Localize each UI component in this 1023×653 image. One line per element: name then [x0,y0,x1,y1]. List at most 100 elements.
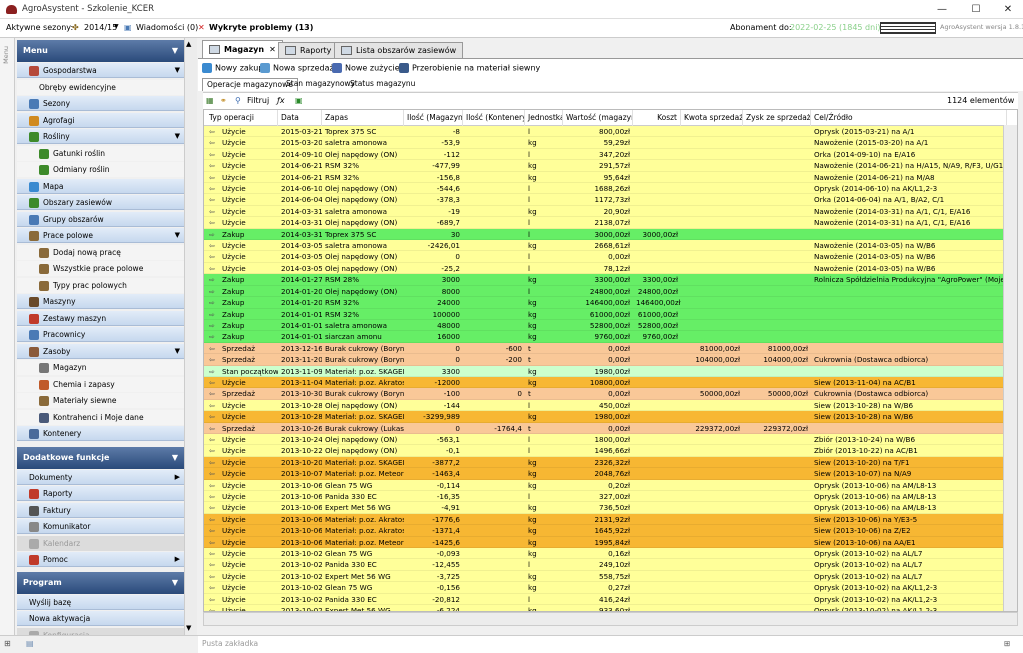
tab-raporty[interactable]: Raporty [278,42,339,58]
sidebar-item-gospodarstwa[interactable]: Gospodarstwa ▼ [17,63,184,78]
table-row[interactable]: ⇦ Użycie 2013-10-06 Materiał: p.oz. Meteor -… [204,536,1006,549]
column-header-qc[interactable]: Ilość (Kontenery) [463,110,525,126]
excel-export-icon[interactable]: ▣ [295,96,303,105]
menu-header[interactable]: Menu ▼ [17,40,184,62]
table-row[interactable]: ⇦ Użycie 2013-10-20 Materiał: p.oz. SKAGEN -… [204,456,1006,469]
sidebar-item-dokumenty[interactable]: Dokumenty ▶ [17,469,184,485]
column-header-qty[interactable]: Ilość (Magazyn) [404,110,463,126]
column-header-profit[interactable]: Zysk ze sprzedaży [743,110,811,126]
chevron-down-icon[interactable]: ▼ [114,23,119,30]
chevron-down-icon[interactable]: ▼ [172,572,178,594]
table-row[interactable]: ⇨ Zakup 2014-01-27 RSM 28% 3000 kg 3300,00zł 33… [204,274,1007,286]
table-row[interactable]: ⇦ Użycie 2013-10-02 Panida 330 EC -20,812 l 41… [204,593,1006,606]
new-sale-button[interactable]: Nowa sprzedaż [260,63,334,73]
table-row[interactable]: ⇦ Użycie 2013-10-02 Expert Met 56 WG -3,725 k… [204,570,1006,583]
sidebar-item-wyslij-baze[interactable]: Wyślij bazę [17,594,184,610]
dock-icon[interactable]: ▤ [26,639,34,648]
program-header[interactable]: Program ▼ [17,571,184,594]
maximize-icon[interactable]: ☐ [964,2,988,17]
subtab-status[interactable]: Status magazynu [346,78,419,91]
sidebar-item-prace-polowe[interactable]: Prace polowe ▼ [17,228,184,243]
formula-icon[interactable]: ƒx [277,96,285,105]
table-row[interactable]: ⇦ Użycie 2014-06-10 Olej napędowy (ON) -544,… [204,183,1006,195]
table-row[interactable]: ⇦ Użycie 2013-10-28 Materiał: p.oz. SKAGEN -… [204,411,1006,423]
table-row[interactable]: ⇦ Użycie 2013-10-22 Olej napędowy (ON) -0,1 l… [204,445,1006,457]
sidebar-item-materialy-siewne[interactable]: Materiały siewne [17,393,184,408]
table-row[interactable]: ⇦ Użycie 2014-06-21 RSM 32% -477,99 kg 291,57z… [204,160,1006,172]
minimize-icon[interactable]: — [930,2,954,17]
table-row[interactable]: ⇦ Użycie 2013-10-06 Materiał: p.oz. Akratos… [204,513,1006,526]
chevron-right-icon[interactable]: ▶ [175,552,180,567]
table-row[interactable]: ⇨ Zakup 2014-03-31 Toprex 375 SC 30 l 3000,00z… [204,228,1006,241]
sidebar-item-pomoc[interactable]: Pomoc ▶ [17,552,184,567]
problems-link[interactable]: Wykryte problemy (13) [209,23,313,32]
table-row[interactable]: ⇦ Użycie 2014-03-31 saletra amonowa -19 kg 20,… [204,205,1006,218]
chevron-down-icon[interactable]: ▼ [172,447,178,469]
sidebar-item-agrofagi[interactable]: Agrofagi [17,112,184,128]
season-selector[interactable]: 2014/15 [84,23,117,32]
extra-functions-header[interactable]: Dodatkowe funkcje ▼ [17,446,184,469]
table-row[interactable]: ⇦ Użycie 2013-10-06 Glean 75 WG -0,114 kg 0,20… [204,479,1006,491]
sidebar-item-magazyn[interactable]: Magazyn [17,360,184,375]
column-header-cost[interactable]: Koszt [633,110,681,126]
table-row[interactable]: ⇦ Użycie 2013-10-02 Glean 75 WG -0,093 kg 0,16… [204,548,1006,560]
menu-collapse-strip[interactable]: Menu [0,38,15,635]
sidebar-item-kontrahenci-i-moje-dane[interactable]: Kontrahenci i Moje dane [17,409,184,425]
chevron-down-icon[interactable]: ▼ [175,63,180,78]
column-header-op[interactable]: Typ operacji [206,110,278,126]
new-usage-button[interactable]: Nowe zużycie [332,63,400,73]
sidebar-item-rosliny[interactable]: Rośliny ▼ [17,129,184,144]
table-row[interactable]: ⇦ Użycie 2014-06-04 Olej napędowy (ON) -378,… [204,194,1006,206]
table-row[interactable]: ⇨ Zakup 2014-01-01 saletra amonowa 48000 kg 52… [204,319,1006,332]
sidebar-item-faktury[interactable]: Faktury [17,502,184,518]
table-row[interactable]: ⇦ Sprzedaż 2013-10-30 Burak cukrowy (Boryna… [204,388,1006,400]
column-header-item[interactable]: Zapas [322,110,404,126]
new-purchase-button[interactable]: Nowy zakup [202,63,263,73]
table-row[interactable]: ⇦ Sprzedaż 2013-11-20 Burak cukrowy (Boryna… [204,354,1006,366]
expand-icon[interactable]: ⊞ [4,639,11,648]
sidebar-item-zasoby[interactable]: Zasoby ▼ [17,343,184,359]
close-icon[interactable]: ✕ [996,2,1020,17]
sidebar-item-wszystkie-prace-polowe[interactable]: Wszystkie prace polowe [17,261,184,276]
chevron-down-icon[interactable]: ▼ [175,228,180,243]
table-row[interactable]: ⇦ Użycie 2013-10-06 Panida 330 EC -16,35 l 327… [204,491,1006,503]
process-seed-button[interactable]: Przerobienie na materiał siewny [399,63,540,73]
table-row[interactable]: ⇦ Użycie 2014-03-05 saletra amonowa -2426,01… [204,240,1006,252]
sidebar-item-komunikator[interactable]: Komunikator [17,519,184,534]
table-row[interactable]: ⇨ Zakup 2014-01-01 siarczan amonu 16000 kg 976… [204,331,1006,343]
sidebar-item-grupy-obszarow[interactable]: Grupy obszarów [17,211,184,227]
sidebar-item-odmiany-roslin[interactable]: Odmiany roślin [17,162,184,177]
table-row[interactable]: ⇦ Użycie 2015-03-20 saletra amonowa -53,9 kg 5… [204,137,1006,149]
group-icon[interactable]: ⚭ [220,96,227,105]
table-row[interactable]: ⇦ Użycie 2013-10-02 Glean 75 WG -0,156 kg 0,27… [204,582,1006,594]
table-row[interactable]: ⇦ Sprzedaż 2013-10-26 Burak cukrowy (Lukas)… [204,422,1006,434]
sidebar-item-typy-prac-polowych[interactable]: Typy prac polowych [17,277,184,293]
tab-lista-obszarow[interactable]: Lista obszarów zasiewów [334,42,464,58]
table-row[interactable]: ⇦ Użycie 2014-03-05 Olej napędowy (ON) -25,2… [204,262,1006,275]
table-row[interactable]: ⇦ Użycie 2014-03-31 Olej napędowy (ON) -689,… [204,217,1006,229]
table-row[interactable]: ⇨ Zakup 2014-01-20 RSM 32% 24000 kg 146400,00z… [204,297,1006,309]
table-row[interactable]: ⇦ Użycie 2013-11-04 Materiał: p.oz. Akratos… [204,376,1006,389]
table-row[interactable]: ⇦ Użycie 2015-03-21 Toprex 375 SC -8 l 800,00z… [204,126,1006,138]
column-header-sale[interactable]: Kwota sprzedaży [681,110,743,126]
pin-icon[interactable]: ⊞ [1004,639,1010,648]
column-header-unit[interactable]: Jednostka [525,110,563,126]
filter-button[interactable]: Filtruj [247,96,269,105]
sidebar-item-kontenery[interactable]: Kontenery [17,426,184,441]
chevron-down-icon[interactable]: ▼ [175,344,180,359]
column-header-date[interactable]: Data [278,110,322,126]
column-header-val[interactable]: Wartość (magazyn) [563,110,633,126]
table-row[interactable]: ⇦ Użycie 2013-10-02 Expert Met 56 WG -6,224 k… [204,605,1006,611]
chevron-down-icon[interactable]: ▼ [172,40,178,62]
table-row[interactable]: ⇦ Użycie 2013-10-06 Expert Met 56 WG -4,91 kg… [204,502,1006,514]
messages-link[interactable]: Wiadomości (0) [136,23,198,32]
table-row[interactable]: ⇨ Zakup 2014-01-01 RSM 32% 100000 kg 61000,00z… [204,308,1006,320]
sidebar-item-obreby-ewidencyjne[interactable]: Obręby ewidencyjne [17,79,184,95]
table-row[interactable]: ⇦ Użycie 2014-03-05 Olej napędowy (ON) 0 l 0,0… [204,251,1006,263]
sidebar-item-obszary-zasiewow[interactable]: Obszary zasiewów [17,195,184,210]
sidebar-item-gatunki-roslin[interactable]: Gatunki roślin [17,145,184,161]
table-row[interactable]: ⇦ Użycie 2013-10-06 Materiał: p.oz. Akratos… [204,525,1006,537]
scroll-up-icon[interactable]: ▲ [186,40,191,48]
sidebar-item-maszyny[interactable]: Maszyny [17,294,184,309]
table-row[interactable]: ⇨ Stan początkowy 2013-11-09 Materiał: p.oz… [204,365,1006,377]
